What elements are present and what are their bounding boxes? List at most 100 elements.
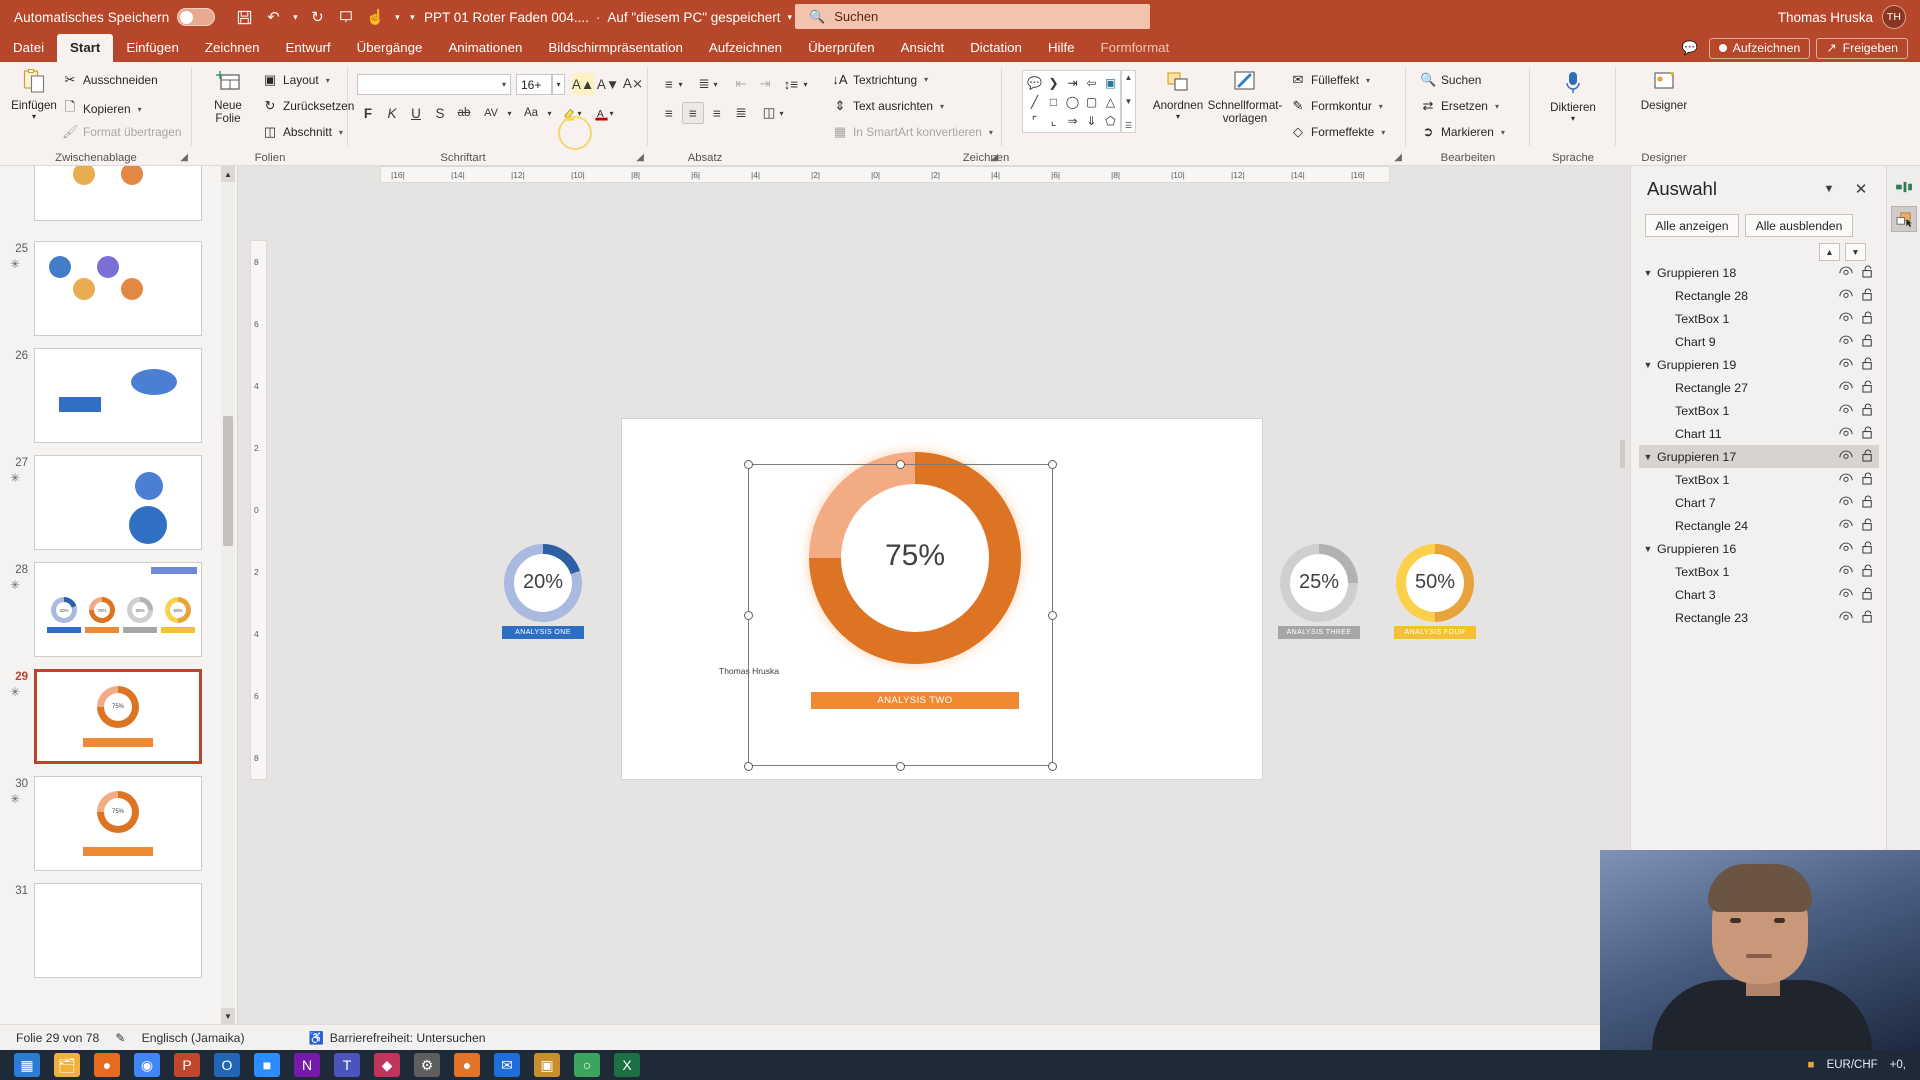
- selection-pane-item-row[interactable]: Rectangle 24: [1639, 514, 1879, 537]
- lock-icon[interactable]: [1857, 495, 1879, 511]
- chevron-down-icon[interactable]: ▼: [1639, 544, 1657, 554]
- align-text-dropdown-icon[interactable]: ▾: [940, 102, 944, 111]
- move-up-button[interactable]: ▲: [1819, 243, 1840, 261]
- move-down-button[interactable]: ▼: [1845, 243, 1866, 261]
- lock-icon[interactable]: [1857, 610, 1879, 626]
- select-button[interactable]: ➲ Markieren ▾: [1420, 124, 1505, 140]
- pane-splitter[interactable]: [1620, 440, 1625, 468]
- tab-bildschirmpr-sentation[interactable]: Bildschirmpräsentation: [535, 34, 696, 62]
- document-title-dropdown-icon[interactable]: ▾: [788, 12, 793, 23]
- tab-einf-gen[interactable]: Einfügen: [113, 34, 192, 62]
- chevron-down-icon[interactable]: ▼: [1639, 268, 1657, 278]
- scroll-down-icon[interactable]: ▼: [221, 1008, 235, 1024]
- resize-handle-top-center[interactable]: [896, 460, 905, 469]
- elbow-arrow-shape[interactable]: ⌞: [1044, 111, 1063, 130]
- tab--berg-nge[interactable]: Übergänge: [344, 34, 436, 62]
- save-icon[interactable]: [231, 4, 257, 30]
- chevron-down-icon[interactable]: ▼: [1639, 360, 1657, 370]
- visibility-eye-icon[interactable]: [1835, 312, 1857, 325]
- gallery-scroll-down-icon[interactable]: ▼: [1125, 97, 1133, 106]
- show-all-button[interactable]: Alle anzeigen: [1645, 214, 1739, 237]
- select-dropdown-icon[interactable]: ▾: [1501, 128, 1505, 137]
- lock-icon[interactable]: [1857, 311, 1879, 327]
- shape-fill-dropdown-icon[interactable]: ▾: [1366, 76, 1370, 85]
- tab-hilfe[interactable]: Hilfe: [1035, 34, 1088, 62]
- undo-dropdown-icon[interactable]: ▾: [289, 4, 301, 30]
- copy-dropdown-icon[interactable]: ▾: [138, 105, 142, 114]
- striped-arrow-shape[interactable]: ⇥: [1063, 73, 1082, 92]
- selection-pane-item-row[interactable]: Rectangle 23: [1639, 606, 1879, 629]
- copy-button[interactable]: 🗋 Kopieren ▾: [62, 98, 142, 120]
- autosave-toggle[interactable]: [177, 8, 216, 26]
- new-slide-button[interactable]: Neue Folie: [200, 70, 256, 126]
- selection-pane-item-row[interactable]: Chart 9: [1639, 330, 1879, 353]
- windows-start-icon[interactable]: ▦: [14, 1053, 40, 1077]
- slide-thumbnail[interactable]: 75%: [34, 776, 202, 871]
- resize-handle-top-left[interactable]: [744, 460, 753, 469]
- tab-datei[interactable]: Datei: [0, 34, 57, 62]
- down-arrow-shape[interactable]: ⇓: [1082, 111, 1101, 130]
- convert-smartart-button[interactable]: ▦ In SmartArt konvertieren ▾: [832, 124, 993, 140]
- lock-icon[interactable]: [1857, 426, 1879, 442]
- triangle-shape[interactable]: △: [1101, 92, 1120, 111]
- tab-ansicht[interactable]: Ansicht: [888, 34, 958, 62]
- shapes-gallery-scrollbar[interactable]: ▲ ▼ ☰: [1121, 70, 1136, 133]
- customize-qat-icon[interactable]: ▾: [406, 4, 418, 30]
- slide-thumbnail[interactable]: [34, 166, 202, 221]
- lock-icon[interactable]: [1857, 472, 1879, 488]
- visibility-eye-icon[interactable]: [1835, 450, 1857, 463]
- dictate-dropdown-icon[interactable]: ▾: [1571, 114, 1575, 123]
- affinity-icon[interactable]: ◆: [374, 1053, 400, 1077]
- lock-icon[interactable]: [1857, 541, 1879, 557]
- shape-effects-dropdown-icon[interactable]: ▾: [1381, 128, 1385, 137]
- autosave-control[interactable]: Automatisches Speichern: [14, 8, 216, 26]
- start-slideshow-icon[interactable]: [333, 4, 359, 30]
- slide-thumbnail[interactable]: [34, 455, 202, 550]
- tab-zeichnen[interactable]: Zeichnen: [192, 34, 273, 62]
- tab-dictation[interactable]: Dictation: [957, 34, 1035, 62]
- gallery-scroll-up-icon[interactable]: ▲: [1125, 73, 1133, 82]
- hide-all-button[interactable]: Alle ausblenden: [1745, 214, 1853, 237]
- search-input[interactable]: 🔍 Suchen: [795, 4, 1150, 29]
- layout-dropdown-icon[interactable]: ▾: [326, 76, 330, 85]
- right-arrow-shape[interactable]: ⇒: [1063, 111, 1082, 130]
- excel-icon[interactable]: X: [614, 1053, 640, 1077]
- text-shadow-button[interactable]: S: [429, 102, 451, 124]
- file-explorer-icon[interactable]: 🗂: [54, 1053, 80, 1077]
- convert-smartart-dropdown-icon[interactable]: ▾: [989, 128, 993, 137]
- spellcheck-status[interactable]: ✎: [115, 1031, 125, 1045]
- chrome-icon[interactable]: ◉: [134, 1053, 160, 1077]
- clear-formatting-icon[interactable]: A⨯: [622, 73, 644, 95]
- visibility-eye-icon[interactable]: [1835, 358, 1857, 371]
- lock-icon[interactable]: [1857, 357, 1879, 373]
- font-name-dropdown-icon[interactable]: ▾: [502, 80, 506, 89]
- selection-pane-item-row[interactable]: Rectangle 28: [1639, 284, 1879, 307]
- chevron-down-icon[interactable]: ▼: [1639, 452, 1657, 462]
- shape-effects-button[interactable]: ◇ Formeffekte ▾: [1290, 124, 1385, 140]
- lock-icon[interactable]: [1857, 288, 1879, 304]
- visibility-eye-icon[interactable]: [1835, 381, 1857, 394]
- shape-fill-button[interactable]: ✉ Fülleffekt ▾: [1290, 72, 1371, 88]
- lock-icon[interactable]: [1857, 587, 1879, 603]
- document-title[interactable]: PPT 01 Roter Faden 004.... · Auf "diesem…: [424, 0, 792, 34]
- font-color-dropdown-icon[interactable]: ▾: [606, 102, 617, 124]
- tab-aufzeichnen[interactable]: Aufzeichnen: [696, 34, 795, 62]
- dictate-button[interactable]: Diktieren ▾: [1542, 70, 1604, 124]
- slide-thumbnail[interactable]: [34, 241, 202, 336]
- rounded-rect-shape[interactable]: ▢: [1082, 92, 1101, 111]
- shape-outline-dropdown-icon[interactable]: ▾: [1379, 102, 1383, 111]
- lock-icon[interactable]: [1857, 380, 1879, 396]
- slide-thumbnail-pane[interactable]: ▲ ▼ 25 ✳ 26 27 ✳ 20% 75% 25% 50% 28 ✳ 75% 29 ✳ 75% 30 ✳ 3…: [0, 166, 238, 1024]
- numbering-dropdown-icon[interactable]: ▾: [710, 73, 721, 95]
- line-spacing-dropdown-icon[interactable]: ▾: [800, 73, 811, 95]
- slide-thumbnail[interactable]: [34, 883, 202, 978]
- line-shape[interactable]: ╱: [1025, 92, 1044, 111]
- lock-icon[interactable]: [1857, 265, 1879, 281]
- tab-animationen[interactable]: Animationen: [435, 34, 535, 62]
- visibility-eye-icon[interactable]: [1835, 404, 1857, 417]
- drawing-dialog-launcher[interactable]: ◢: [1394, 152, 1402, 163]
- selection-pane-item-row[interactable]: Chart 11: [1639, 422, 1879, 445]
- columns-dropdown-icon[interactable]: ▾: [776, 102, 787, 124]
- settings-icon[interactable]: ⚙: [414, 1053, 440, 1077]
- align-center-icon[interactable]: ≡: [682, 102, 704, 124]
